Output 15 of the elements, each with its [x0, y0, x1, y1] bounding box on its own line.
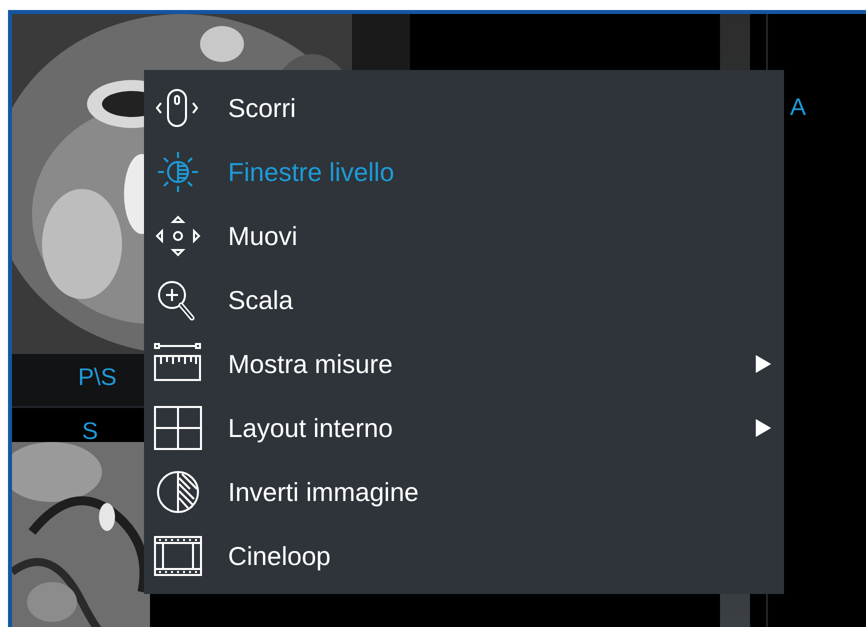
menu-item[interactable]: Finestre livello: [144, 140, 784, 204]
orientation-label: S: [82, 418, 98, 446]
menu-item[interactable]: Muovi: [144, 204, 784, 268]
grid-icon: [152, 406, 204, 450]
film-icon: [152, 534, 204, 578]
menu-item[interactable]: Scala: [144, 268, 784, 332]
menu-item[interactable]: Inverti immagine: [144, 460, 784, 524]
menu-item[interactable]: Layout interno: [144, 396, 784, 460]
orientation-label: P\S: [78, 364, 117, 392]
orientation-label: A: [790, 94, 806, 122]
menu-item[interactable]: Scorri: [144, 76, 784, 140]
menu-item[interactable]: Mostra misure: [144, 332, 784, 396]
submenu-arrow-icon: [754, 354, 772, 374]
submenu-arrow-icon: [754, 418, 772, 438]
menu-item[interactable]: Cineloop: [144, 524, 784, 588]
